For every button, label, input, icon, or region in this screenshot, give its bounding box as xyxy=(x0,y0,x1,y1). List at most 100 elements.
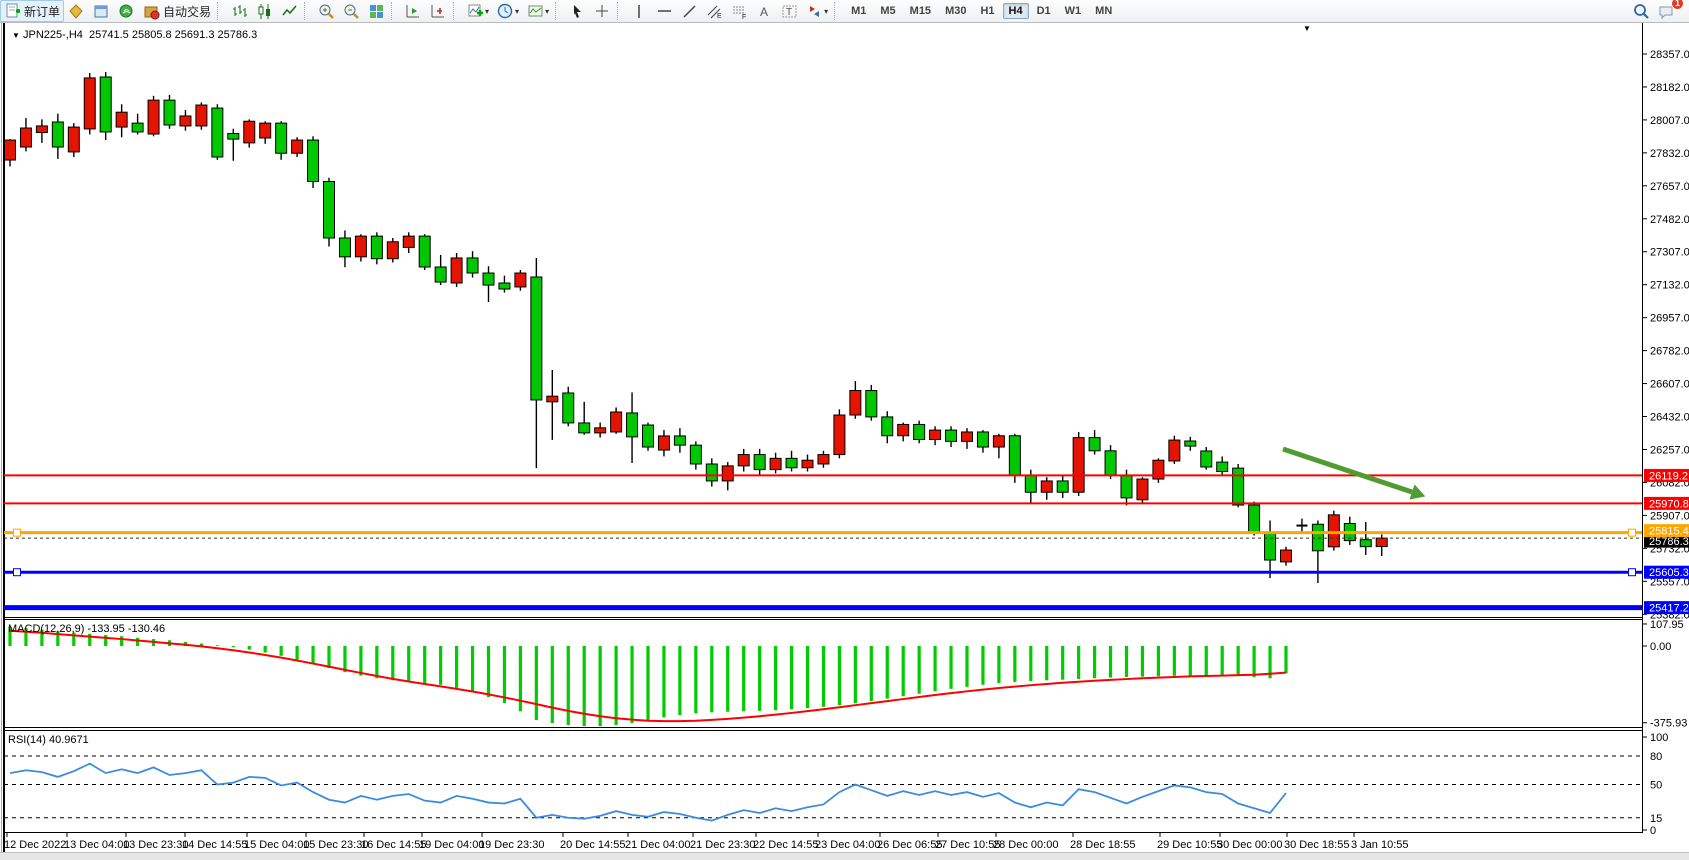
rsi-level-label: 15 xyxy=(1650,813,1662,825)
candle-body xyxy=(1201,451,1212,467)
candle-body xyxy=(196,105,207,126)
timeframe-m1-button[interactable]: M1 xyxy=(845,3,872,19)
rsi-scale-label: 0 xyxy=(1650,825,1656,837)
time-tick-label: 12 Dec 2022 xyxy=(4,839,66,851)
time-tick-label: 29 Dec 10:55 xyxy=(1157,839,1222,851)
line-handle[interactable] xyxy=(14,529,21,536)
chevron-down-icon: ▾ xyxy=(485,7,489,16)
svg-text:A: A xyxy=(760,5,768,19)
candle-body xyxy=(100,77,111,132)
candle-body xyxy=(850,391,861,415)
new-order-icon xyxy=(4,3,21,20)
timeframe-d1-button[interactable]: D1 xyxy=(1031,3,1057,19)
candle-body xyxy=(834,415,845,455)
line-handle[interactable] xyxy=(1629,569,1636,576)
template-icon xyxy=(527,3,544,20)
time-tick-label: 27 Dec 10:55 xyxy=(935,839,1000,851)
toolbar-separator xyxy=(453,2,461,20)
candle-body xyxy=(1328,515,1339,547)
line-chart-button[interactable] xyxy=(277,0,302,22)
line-handle[interactable] xyxy=(1629,529,1636,536)
arrows-button[interactable]: ▾ xyxy=(802,0,832,22)
timeframe-h4-button[interactable]: H4 xyxy=(1003,3,1029,19)
crosshair-button[interactable] xyxy=(590,0,615,22)
auto-scroll-icon xyxy=(405,3,422,20)
time-tick-label: 26 Dec 06:55 xyxy=(877,839,942,851)
vertical-line-button[interactable] xyxy=(627,0,652,22)
timeframe-h1-button[interactable]: H1 xyxy=(974,3,1000,19)
timeframe-m30-button[interactable]: M30 xyxy=(939,3,972,19)
candle-body xyxy=(1137,479,1148,500)
cursor-icon xyxy=(569,3,586,20)
bar-chart-icon xyxy=(231,3,248,20)
text-button[interactable]: A xyxy=(752,0,777,22)
trendline-button[interactable] xyxy=(677,0,702,22)
price-tick-label: 27482.0 xyxy=(1650,214,1689,226)
auto-scroll-button[interactable] xyxy=(401,0,426,22)
svg-text:E: E xyxy=(717,13,722,20)
candle-body xyxy=(292,140,303,153)
fibonacci-button[interactable]: F xyxy=(727,0,752,22)
zoom-in-button[interactable] xyxy=(314,0,339,22)
timeframe-mn-button[interactable]: MN xyxy=(1089,3,1118,19)
chart-shift-icon xyxy=(430,3,447,20)
candle-body xyxy=(866,391,877,417)
channel-icon: E xyxy=(706,3,723,20)
candle-body xyxy=(595,428,606,433)
chevron-down-icon: ▾ xyxy=(515,7,519,16)
navigator-button[interactable] xyxy=(114,0,139,22)
chart-title-ohlc: 25741.5 25805.8 25691.3 25786.3 xyxy=(89,29,257,41)
candlestick-chart-button[interactable] xyxy=(252,0,277,22)
horizontal-line-button[interactable] xyxy=(652,0,677,22)
candle-body xyxy=(962,432,973,441)
search-button[interactable] xyxy=(1629,0,1654,22)
arrows-icon xyxy=(806,3,823,20)
channel-button[interactable]: E xyxy=(702,0,727,22)
quotes-button[interactable] xyxy=(64,0,89,22)
chart-surface[interactable]: MACD(12,26,9) -133.95 -130.46RSI(14) 40.… xyxy=(0,0,1689,860)
chart-marker-arrow-icon: ▼ xyxy=(1303,24,1311,33)
timeframe-w1-button[interactable]: W1 xyxy=(1059,3,1088,19)
data-window-button[interactable] xyxy=(89,0,114,22)
zoom-out-button[interactable] xyxy=(339,0,364,22)
candle-body xyxy=(435,267,446,282)
bar-chart-button[interactable] xyxy=(227,0,252,22)
candle-body xyxy=(371,236,382,259)
time-tick-label: 16 Dec 14:55 xyxy=(361,839,426,851)
data-window-icon xyxy=(93,3,110,20)
candle-body xyxy=(324,181,335,237)
indicators-button[interactable]: ▾ xyxy=(463,0,493,22)
quotes-icon xyxy=(68,3,85,20)
candle-body xyxy=(738,455,749,466)
tile-windows-button[interactable] xyxy=(364,0,389,22)
periods-button[interactable]: ▾ xyxy=(493,0,523,22)
time-tick-label: 20 Dec 14:55 xyxy=(560,839,625,851)
time-tick-label: 21 Dec 23:30 xyxy=(690,839,755,851)
notification-badge: 1 xyxy=(1671,0,1684,10)
candle-body xyxy=(132,123,143,132)
candle-body xyxy=(1057,481,1068,492)
toolbar-separator xyxy=(391,2,399,20)
main-toolbar: 新订单 自动交易 xyxy=(0,0,1689,23)
chart-shift-button[interactable] xyxy=(426,0,451,22)
chart-dropdown-icon[interactable]: ▼ xyxy=(12,31,20,40)
template-button[interactable]: ▾ xyxy=(523,0,553,22)
candle-body xyxy=(419,236,430,267)
timeframe-m5-button[interactable]: M5 xyxy=(874,3,901,19)
timeframe-m15-button[interactable]: M15 xyxy=(904,3,937,19)
candle-body xyxy=(308,140,319,181)
autotrade-button[interactable]: 自动交易 xyxy=(139,0,215,22)
new-order-button[interactable]: 新订单 xyxy=(0,0,64,22)
price-tick-label: 27307.0 xyxy=(1650,247,1689,259)
new-order-label: 新订单 xyxy=(24,3,60,20)
toolbar-separator xyxy=(304,2,312,20)
notifications-button[interactable]: 1 xyxy=(1654,0,1679,22)
rsi-scale-label: 100 xyxy=(1650,732,1668,744)
text-label-button[interactable]: T xyxy=(777,0,802,22)
toolbar-separator xyxy=(834,2,842,20)
svg-text:25417.2: 25417.2 xyxy=(1649,603,1689,615)
candle-body xyxy=(579,423,590,433)
line-handle[interactable] xyxy=(14,569,21,576)
cursor-button[interactable] xyxy=(565,0,590,22)
candle-body xyxy=(818,455,829,464)
